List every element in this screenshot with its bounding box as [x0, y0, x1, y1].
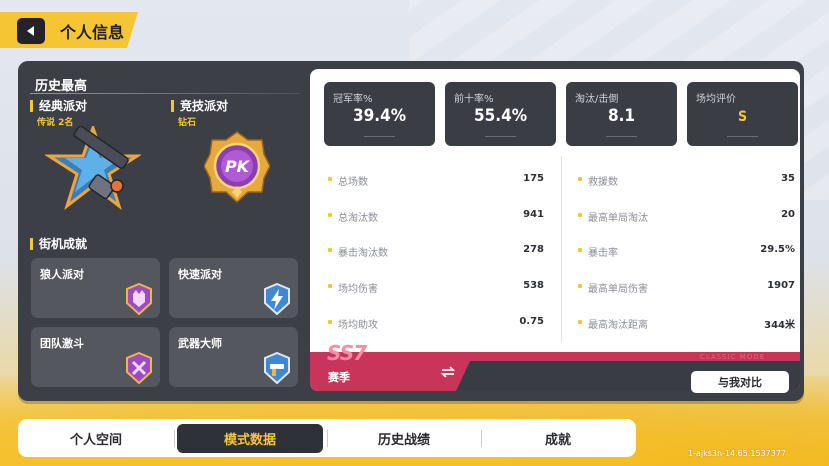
stat-label: 场均评价 [696, 94, 736, 105]
compare-with-me-button[interactable]: 与我对比 [691, 371, 789, 393]
stat-label: 前十率% [454, 94, 494, 105]
stat-row-value: 278 [523, 244, 544, 255]
stat-underline [727, 136, 758, 137]
stat-row: 救援数 35 [578, 173, 795, 188]
bullet-icon [328, 320, 332, 324]
tab-match-history[interactable]: 历史战绩 [331, 424, 477, 453]
stat-row: 最高淘汰距离 344米 [578, 316, 795, 331]
back-arrow-icon [27, 26, 34, 36]
season-watermark: CLASSIC MODE [700, 353, 766, 361]
diamond-rank-emblem-icon[interactable]: PK [204, 130, 270, 204]
stat-row-value: 344米 [764, 320, 795, 331]
tab-personal-space[interactable]: 个人空间 [23, 424, 169, 453]
stat-row: 总淘汰数 941 [328, 209, 544, 224]
arcade-card-weapon-master[interactable]: 武器大师 [169, 327, 298, 387]
stat-row-value: 538 [523, 280, 544, 291]
tab-achievements[interactable]: 成就 [485, 424, 631, 453]
stat-box-top10-rate: 前十率% 55.4% [445, 82, 556, 146]
svg-text:PK: PK [225, 157, 251, 176]
stat-row-label: 最高单局淘汰 [588, 213, 648, 224]
stat-row-label: 最高淘汰距离 [588, 320, 648, 331]
stat-row-label: 总淘汰数 [338, 213, 378, 224]
classic-mode-label: 经典派对 [30, 100, 87, 112]
bullet-icon [328, 284, 332, 288]
stat-row-label: 暴击淘汰数 [338, 248, 388, 259]
stat-row: 场均伤害 538 [328, 280, 544, 295]
stat-underline [364, 136, 395, 137]
bullet-icon [578, 213, 582, 217]
arcade-card-label: 团队激斗 [40, 337, 84, 350]
stat-row-value: 941 [523, 209, 544, 220]
tab-separator [174, 430, 175, 447]
tab-mode-data[interactable]: 模式数据 [177, 424, 323, 453]
stat-row-value: 0.75 [519, 316, 544, 327]
stat-underline [606, 136, 637, 137]
bullet-icon [578, 320, 582, 324]
swap-icon[interactable] [441, 366, 455, 378]
competitive-mode-label: 竞技派对 [171, 100, 228, 112]
page-title: 个人信息 [60, 23, 125, 42]
stat-row-label: 场均伤害 [338, 284, 378, 295]
stat-row-value: 20 [781, 209, 795, 220]
competitive-mode-rank: 钻石 [178, 118, 197, 128]
stat-value: 39.4% [352, 106, 407, 126]
stat-row-label: 救援数 [588, 177, 618, 188]
tab-separator [327, 430, 328, 447]
stat-row: 最高单局伤害 1907 [578, 280, 795, 295]
bullet-icon [578, 248, 582, 252]
bullet-icon [578, 284, 582, 288]
arcade-card-quick-party[interactable]: 快速派对 [169, 258, 298, 318]
stat-box-win-rate: 冠军率% 39.4% [324, 82, 435, 146]
stat-row-label: 暴击率 [588, 248, 618, 259]
tab-separator [481, 430, 482, 447]
bullet-icon [328, 213, 332, 217]
arcade-card-label: 快速派对 [178, 268, 222, 281]
bullet-icon [328, 177, 332, 181]
stat-underline [485, 136, 516, 137]
history-best-title: 历史最高 [35, 79, 88, 94]
stat-row-label: 场均助攻 [338, 320, 378, 331]
stat-row-label: 最高单局伤害 [588, 284, 648, 295]
stat-row: 场均助攻 0.75 [328, 316, 544, 331]
lightning-badge-icon [264, 283, 290, 315]
back-button[interactable] [17, 18, 45, 44]
stat-box-kd: 淘汰/击倒 8.1 [566, 82, 677, 146]
stat-label: 冠军率% [333, 94, 373, 105]
section-divider [30, 93, 300, 94]
stat-row: 暴击淘汰数 278 [328, 244, 544, 259]
stat-row-value: 175 [523, 173, 544, 184]
team-badge-icon [126, 352, 152, 384]
wolf-badge-icon [126, 283, 152, 315]
stat-value: 55.4% [473, 106, 528, 126]
arcade-card-label: 狼人派对 [40, 268, 84, 281]
arcade-card-label: 武器大师 [178, 337, 222, 350]
version-text: 1-ajks3n-14.65.1537377 [688, 449, 787, 458]
weapon-badge-icon [264, 352, 290, 384]
stat-row: 最高单局淘汰 20 [578, 209, 795, 224]
bullet-icon [578, 177, 582, 181]
season-label: 赛季 [328, 371, 350, 384]
stat-row-label: 总场数 [338, 177, 368, 188]
arcade-card-team-battle[interactable]: 团队激斗 [31, 327, 160, 387]
stat-row: 暴击率 29.5% [578, 244, 795, 259]
stat-row-value: 29.5% [760, 244, 795, 255]
season-code: SS7 [327, 341, 367, 365]
arcade-card-werewolf[interactable]: 狼人派对 [31, 258, 160, 318]
stat-value: 8.1 [607, 106, 636, 126]
stat-row-value: 1907 [767, 280, 795, 291]
stats-divider [561, 156, 562, 342]
legend-rank-emblem-icon[interactable] [45, 126, 141, 210]
arcade-achievements-title: 街机成就 [30, 238, 87, 250]
stat-row: 总场数 175 [328, 173, 544, 188]
stat-label: 淘汰/击倒 [575, 94, 619, 105]
stat-grade: S [737, 109, 748, 125]
stat-row-value: 35 [781, 173, 795, 184]
bullet-icon [328, 248, 332, 252]
stat-box-avg-rating: 场均评价 S [687, 82, 798, 146]
